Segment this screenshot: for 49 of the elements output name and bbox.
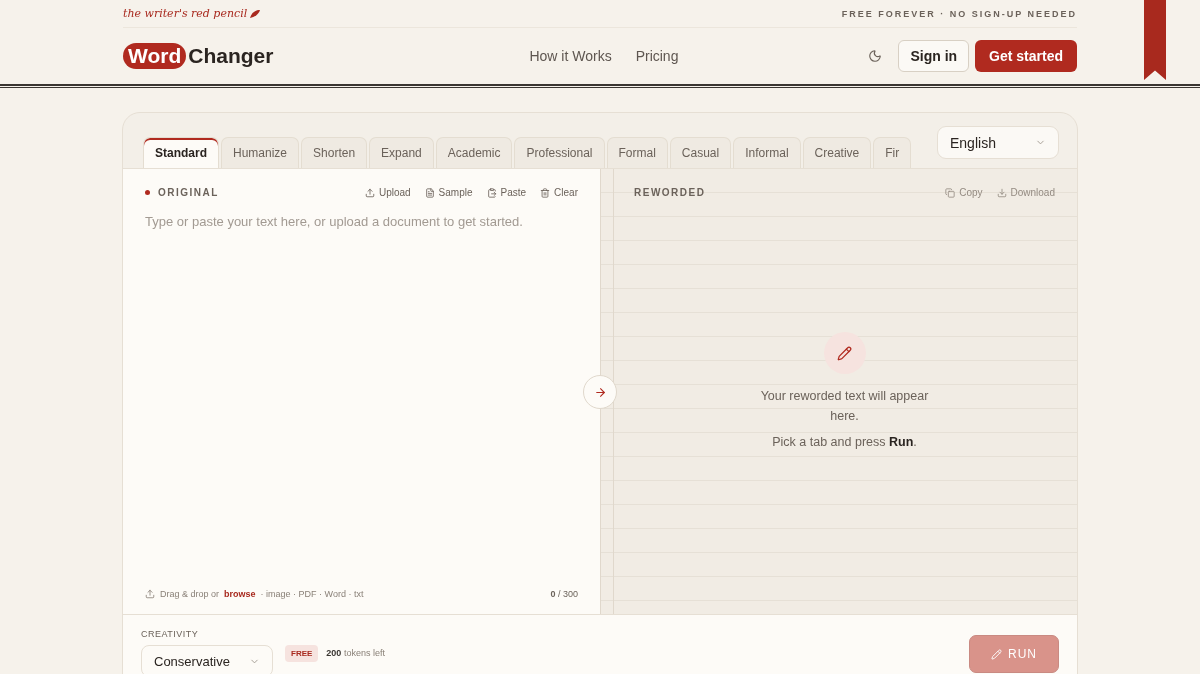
drop-hint: Drag & drop or xyxy=(160,589,220,599)
notice-text: FREE FOREVER · NO SIGN-UP NEEDED xyxy=(841,8,1077,19)
get-started-button[interactable]: Get started xyxy=(975,40,1077,72)
panel-title: REWORDED xyxy=(634,187,707,198)
logo[interactable]: Word Changer xyxy=(123,43,274,69)
mode-tab[interactable]: Formal xyxy=(606,137,668,168)
creativity-select[interactable]: Conservative xyxy=(141,645,273,674)
arrow-right-icon xyxy=(593,385,607,399)
original-editor[interactable]: ORIGINAL Upload Sample Paste Clear Type or paste your text here, or upload a document to get started. Drag & drop or browse · image · PDF · Word · txt 0 / 300 xyxy=(123,169,600,614)
language-select[interactable]: English xyxy=(937,126,1059,159)
plan-badge: FREE xyxy=(285,645,319,662)
clear-button[interactable]: Clear xyxy=(540,187,578,198)
sample-button[interactable]: Sample xyxy=(424,187,473,198)
sign-in-button[interactable]: Sign in xyxy=(898,40,970,72)
empty-hint: Pick a tab and press Run. xyxy=(771,434,918,451)
mode-tab[interactable]: Shorten xyxy=(301,137,368,168)
mode-tab[interactable]: Expand xyxy=(369,137,434,168)
copy-icon xyxy=(945,187,956,198)
mode-tab[interactable]: Professional xyxy=(514,137,605,168)
pencil-icon xyxy=(823,332,866,374)
mode-tab[interactable]: Humanize xyxy=(221,137,300,168)
tokens-text: 200 tokens left xyxy=(326,648,385,658)
browse-link[interactable]: browse xyxy=(224,589,256,599)
formats-text: · image · PDF · Word · txt xyxy=(260,589,364,599)
leaf-icon xyxy=(249,8,262,19)
panel-title: ORIGINAL xyxy=(145,187,351,198)
empty-message: Your reworded text will appear here. xyxy=(759,388,930,425)
download-icon xyxy=(996,187,1007,198)
nav-link[interactable]: How it Works xyxy=(529,48,612,64)
pencil-icon xyxy=(991,648,1002,660)
mode-tab[interactable]: Academic xyxy=(435,137,513,168)
mode-tab[interactable]: Casual xyxy=(669,137,732,168)
paste-icon xyxy=(486,187,497,198)
mode-tab[interactable]: Standard xyxy=(143,137,219,168)
mode-tab[interactable]: Fir xyxy=(873,137,912,168)
upload-icon xyxy=(364,187,375,198)
upload-button[interactable]: Upload xyxy=(364,187,411,198)
trash-icon xyxy=(540,187,551,198)
nav-link[interactable]: Pricing xyxy=(635,48,679,64)
mode-tab[interactable]: Creative xyxy=(802,137,872,168)
text-input[interactable]: Type or paste your text here, or upload a document to get started. xyxy=(145,214,578,589)
moon-icon xyxy=(868,49,883,63)
paste-button[interactable]: Paste xyxy=(486,187,527,198)
tagline: the writer's red pencil xyxy=(123,7,262,20)
document-icon xyxy=(424,187,435,198)
creativity-label: CREATIVITY xyxy=(141,629,200,639)
upload-icon xyxy=(145,589,155,599)
mode-tab[interactable]: Informal xyxy=(733,137,801,168)
character-count: 0 / 300 xyxy=(550,589,578,599)
